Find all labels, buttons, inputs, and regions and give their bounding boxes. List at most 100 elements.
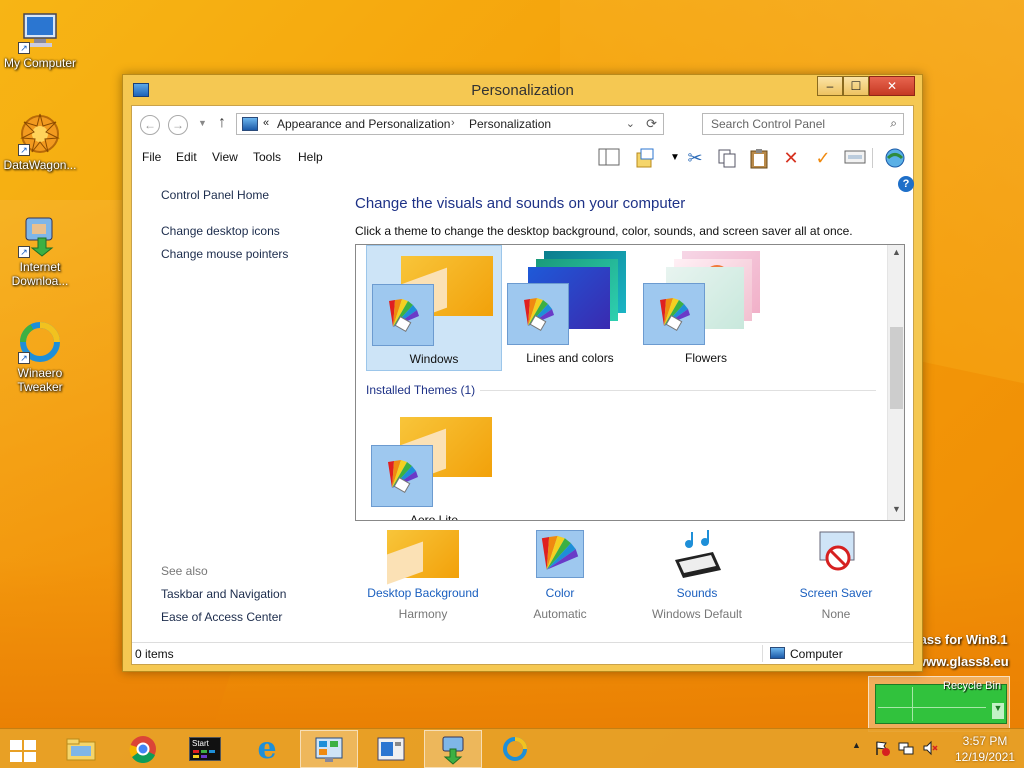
color-fan-icon — [643, 283, 705, 345]
taskbar-download-manager[interactable] — [424, 730, 482, 768]
winaero-tweaker-icon: ↗ — [18, 320, 62, 364]
control-panel-icon — [242, 117, 258, 131]
theme-list-scrollbar[interactable]: ▲ ▼ — [887, 245, 904, 520]
folder-options-icon[interactable] — [635, 147, 657, 169]
computer-icon — [770, 647, 785, 659]
checkmark-icon[interactable]: ✓ — [812, 147, 834, 169]
taskbar-navigation-link[interactable]: Taskbar and Navigation — [161, 587, 286, 601]
menu-file[interactable]: File — [142, 150, 161, 164]
taskbar-window-app[interactable] — [362, 730, 420, 768]
cut-icon[interactable]: ✂ — [684, 147, 706, 169]
system-clock[interactable]: 3:57 PM 12/19/2021 — [950, 733, 1020, 765]
menu-help[interactable]: Help — [298, 150, 323, 164]
theme-lines-and-colors[interactable]: Lines and colors — [502, 245, 638, 371]
up-button[interactable]: ↑ — [218, 114, 226, 132]
start-button[interactable] — [0, 730, 48, 768]
taskbar-winaero[interactable] — [486, 730, 544, 768]
theme-label: Windows — [409, 352, 459, 366]
desktop-background-link[interactable]: Desktop Background — [358, 586, 488, 600]
breadcrumb-appearance[interactable]: Appearance and Personalization — [277, 117, 450, 131]
taskbar-chrome[interactable] — [114, 730, 172, 768]
action-center-flag-icon[interactable] — [874, 740, 890, 759]
desktop-icon-winaero-tweaker[interactable]: ↗ Winaero Tweaker — [0, 320, 80, 394]
control-panel-home-link[interactable]: Control Panel Home — [161, 188, 269, 202]
computer-icon: ↗ — [18, 10, 62, 54]
status-divider — [762, 645, 763, 662]
page-description: Click a theme to change the desktop back… — [355, 224, 853, 238]
back-button[interactable]: ← — [140, 115, 160, 135]
menu-tools[interactable]: Tools — [253, 150, 281, 164]
scroll-down-icon[interactable]: ▼ — [888, 504, 904, 518]
menu-edit[interactable]: Edit — [176, 150, 197, 164]
color-link[interactable]: Color — [495, 586, 625, 600]
desktop-icon-label: DataWagon... — [3, 158, 77, 172]
forward-button[interactable]: → — [168, 115, 188, 135]
address-row: ← → ▼ ↑ « Appearance and Personalization… — [132, 106, 915, 142]
scroll-thumb[interactable] — [890, 327, 903, 409]
status-item-count: 0 items — [135, 647, 174, 661]
sounds-link[interactable]: Sounds — [632, 586, 762, 600]
show-hidden-icons-icon[interactable]: ▲ — [852, 740, 861, 750]
layout-pane-icon[interactable] — [598, 147, 620, 169]
desktop-icon-internet-download[interactable]: ↗ Internet Downloa... — [0, 214, 80, 288]
paste-icon[interactable] — [748, 147, 770, 169]
menu-view[interactable]: View — [212, 150, 238, 164]
breadcrumb-personalization[interactable]: Personalization — [469, 117, 551, 131]
clock-time: 3:57 PM — [962, 734, 1008, 748]
desktop-icon-datawagon[interactable]: ↗ DataWagon... — [0, 112, 80, 172]
recycle-bin-gadget[interactable]: ▼ Recycle Bin — [868, 676, 1010, 732]
network-icon[interactable] — [898, 740, 914, 759]
copy-icon[interactable] — [716, 147, 738, 169]
taskbar-start-app[interactable]: Start — [176, 730, 234, 768]
refresh-icon[interactable]: ⟳ — [646, 116, 657, 132]
search-input[interactable]: Search Control Panel ⌕ — [702, 113, 904, 135]
title-bar[interactable]: Personalization – ☐ ✕ — [123, 75, 922, 105]
color-fan-icon — [536, 530, 584, 578]
help-icon[interactable]: ? — [898, 176, 914, 192]
taskbar-control-panel[interactable] — [300, 730, 358, 768]
watermark-line1: lass for Win8.1 — [916, 632, 1008, 647]
search-icon[interactable]: ⌕ — [890, 116, 897, 131]
theme-list[interactable]: Windows Lines and colors Flowers Install… — [355, 244, 905, 521]
recent-pages-dropdown[interactable]: ▼ — [198, 118, 207, 128]
screen-saver-link[interactable]: Screen Saver — [771, 586, 901, 600]
clock-date: 12/19/2021 — [954, 750, 1016, 764]
section-divider — [480, 390, 876, 391]
desktop-icon-label: Internet Downloa... — [11, 260, 69, 288]
color-setting[interactable]: Color Automatic — [495, 530, 625, 621]
breadcrumb-separator[interactable]: › — [451, 117, 455, 129]
sounds-setting[interactable]: Sounds Windows Default — [632, 530, 762, 621]
start-tile-icon: Start — [189, 737, 221, 761]
scroll-up-icon[interactable]: ▲ — [888, 247, 904, 261]
volume-muted-icon[interactable] — [922, 740, 938, 759]
theme-label: Lines and colors — [526, 351, 614, 365]
ease-of-access-link[interactable]: Ease of Access Center — [161, 610, 282, 624]
desktop-icon-my-computer[interactable]: ↗ My Computer — [0, 10, 80, 70]
theme-aero-lite[interactable]: Aero Lite — [366, 407, 502, 520]
maximize-button[interactable]: ☐ — [843, 76, 869, 96]
internet-explorer-icon: e — [257, 731, 277, 766]
screen-saver-setting[interactable]: Screen Saver None — [771, 530, 901, 621]
properties-icon[interactable] — [844, 147, 866, 169]
address-bar[interactable]: « Appearance and Personalization › Perso… — [236, 113, 664, 135]
address-prefix[interactable]: « — [263, 117, 269, 129]
address-dropdown[interactable]: ⌄ — [626, 117, 635, 130]
chevron-down-icon[interactable]: ▼ — [992, 703, 1004, 719]
change-desktop-icons-link[interactable]: Change desktop icons — [161, 224, 280, 238]
window-app-icon — [377, 737, 405, 761]
menu-bar: File Edit View Tools Help ▼ ✂ ✕ ✓ — [132, 142, 915, 172]
theme-flowers[interactable]: Flowers — [638, 245, 774, 371]
delete-icon[interactable]: ✕ — [780, 147, 802, 169]
close-button[interactable]: ✕ — [869, 76, 915, 96]
desktop-background-setting[interactable]: Desktop Background Harmony — [358, 530, 488, 621]
globe-icon[interactable] — [884, 147, 906, 169]
taskbar-internet-explorer[interactable]: e — [238, 730, 296, 768]
taskbar-file-explorer[interactable] — [52, 730, 110, 768]
start-tile-label: Start — [192, 739, 209, 748]
change-mouse-pointers-link[interactable]: Change mouse pointers — [161, 247, 288, 261]
theme-windows[interactable]: Windows — [366, 245, 502, 371]
screen-saver-value: None — [821, 607, 851, 621]
theme-label: Flowers — [684, 351, 727, 365]
chevron-down-icon[interactable]: ▼ — [664, 147, 686, 169]
minimize-button[interactable]: – — [817, 76, 843, 96]
